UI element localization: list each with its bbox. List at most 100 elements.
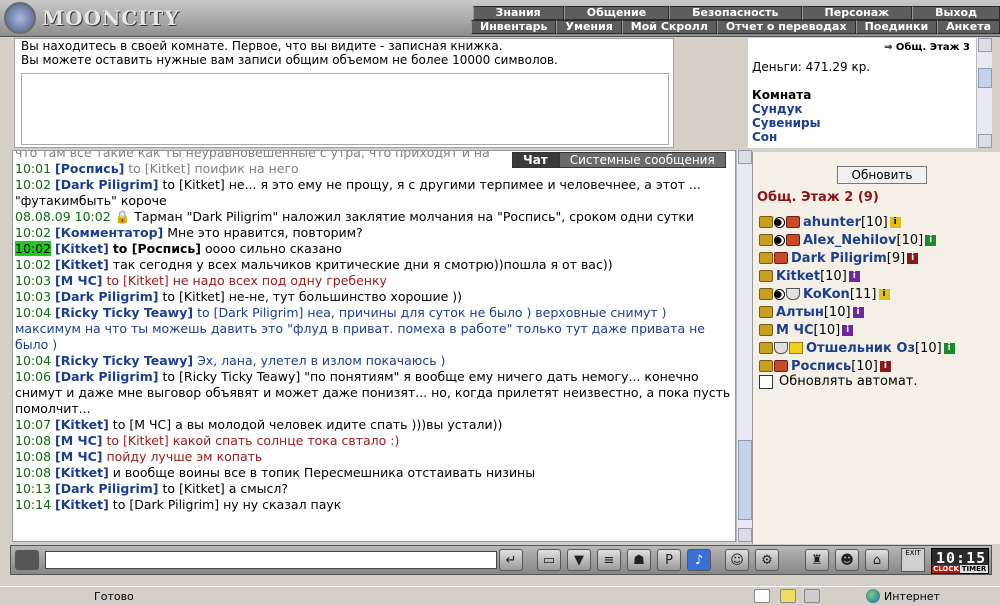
chat-nick[interactable]: [Kitket] xyxy=(55,497,109,512)
chat-nick[interactable]: [М ЧС] xyxy=(55,433,103,448)
player-name[interactable]: Алтын xyxy=(776,305,824,320)
chat-text: пойду лучше эм копать xyxy=(102,449,263,464)
scroll-up-button[interactable] xyxy=(738,150,752,164)
player-info-icon[interactable]: i xyxy=(878,288,890,300)
player-name[interactable]: Отшельник Оз xyxy=(806,341,915,356)
scroll-thumb[interactable] xyxy=(738,440,752,520)
room-link-sleep[interactable]: Сон xyxy=(752,130,777,144)
chat-text: to [Kitket] не-не, тут большинство хорош… xyxy=(158,289,463,304)
eraser-icon[interactable]: ▭ xyxy=(537,549,561,571)
emote-face-icon[interactable] xyxy=(15,550,39,570)
sub-menu-item-4[interactable]: Поединки xyxy=(855,20,938,34)
player-name[interactable]: KoKon xyxy=(803,287,850,302)
player-info-icon[interactable]: i xyxy=(925,234,937,246)
hand-icon[interactable] xyxy=(759,306,773,318)
player-name[interactable]: М ЧС xyxy=(776,323,814,338)
sub-menu-item-5[interactable]: Анкета xyxy=(937,20,1000,34)
player-row: Роспись [10] i xyxy=(759,358,891,374)
chat-nick[interactable]: [М ЧС] xyxy=(55,273,103,288)
send-button[interactable]: ↵ xyxy=(499,549,523,571)
player-name[interactable]: Роспись xyxy=(791,359,851,374)
room-link-souvenirs[interactable]: Сувениры xyxy=(752,116,821,130)
chat-nick[interactable]: [Dark Piligrim] xyxy=(55,289,159,304)
player-info-icon[interactable]: i xyxy=(842,324,854,336)
smiley-icon[interactable]: ☺ xyxy=(725,549,749,571)
bag-icon[interactable]: ♜ xyxy=(805,549,829,571)
settings-icon[interactable]: ⚙ xyxy=(755,549,779,571)
player-name[interactable]: Alex_Nehilov xyxy=(803,233,897,248)
chat-nick[interactable]: [Kitket] xyxy=(55,417,109,432)
room-link-chest[interactable]: Сундук xyxy=(752,102,803,116)
player-name[interactable]: Kitket xyxy=(776,269,820,284)
player-info-icon[interactable]: i xyxy=(879,360,891,372)
notebook-panel: Вы находитесь в своей комнате. Первое, ч… xyxy=(14,38,674,148)
chat-scrollbar[interactable] xyxy=(736,150,752,542)
mask-icon[interactable]: ☻ xyxy=(835,549,859,571)
chat-nick[interactable]: [Dark Piligrim] xyxy=(55,481,159,496)
clan-icon xyxy=(786,234,800,246)
chat-nick[interactable]: [М ЧС] xyxy=(55,449,103,464)
player-info-icon[interactable]: i xyxy=(889,216,901,228)
filter-icon[interactable]: ▼ xyxy=(567,549,591,571)
player-row: Отшельник Оз [10] i xyxy=(759,340,955,356)
top-menu-item-1[interactable]: Общение xyxy=(563,6,670,20)
hand-icon[interactable] xyxy=(759,216,773,228)
chat-nick[interactable]: [Kitket] xyxy=(55,257,109,272)
tab-chat[interactable]: Чат xyxy=(512,152,559,168)
chat-message: 10:03 [М ЧС] to [Kitket] не надо всех по… xyxy=(15,273,733,289)
exit-button[interactable]: EXIT xyxy=(901,548,925,572)
sub-menu-item-2[interactable]: Мой Скролл xyxy=(621,20,717,34)
chat-nick[interactable]: [Dark Piligrim] xyxy=(55,177,159,192)
player-info-icon[interactable]: i xyxy=(848,270,860,282)
security-zone: Интернет xyxy=(866,589,940,603)
chat-nick[interactable]: [Комментатор] xyxy=(55,225,163,240)
tab-system-messages[interactable]: Системные сообщения xyxy=(558,152,726,168)
status-bar: Готово Интернет xyxy=(0,586,1000,605)
top-menu-item-2[interactable]: Безопасность xyxy=(669,6,802,20)
player-info-icon[interactable]: i xyxy=(907,252,919,264)
sub-menu-item-1[interactable]: Умения xyxy=(556,20,622,34)
channels-icon[interactable]: ≡ xyxy=(597,549,621,571)
chat-message-input[interactable] xyxy=(45,551,497,569)
timer-label[interactable]: TIMER xyxy=(960,565,988,573)
scroll-thumb[interactable] xyxy=(978,68,992,88)
player-info-icon[interactable]: i xyxy=(943,342,955,354)
chat-nick[interactable]: [Ricky Ticky Teawy] xyxy=(55,305,193,320)
private-icon[interactable]: P xyxy=(657,549,681,571)
walking-man-icon[interactable]: ☗ xyxy=(627,549,651,571)
hand-icon[interactable] xyxy=(759,360,773,372)
sub-menu-item-3[interactable]: Отчет о переводах xyxy=(716,20,856,34)
chat-text: to [Kitket] не надо всех под одну гребен… xyxy=(102,273,387,288)
clock-label[interactable]: CLOCK xyxy=(932,565,960,573)
scroll-down-button[interactable] xyxy=(738,528,752,542)
chat-nick[interactable]: [Ricky Ticky Teawy] xyxy=(55,353,193,368)
sub-menu-item-0[interactable]: Инвентарь xyxy=(471,20,557,34)
player-name[interactable]: ahunter xyxy=(803,215,861,230)
chat-timestamp: 08.08.09 10:02 xyxy=(15,209,111,224)
music-icon[interactable]: ♪ xyxy=(687,549,711,571)
hand-icon[interactable] xyxy=(759,288,773,300)
chat-message: 10:06 [Dark Piligrim] to [Ricky Ticky Te… xyxy=(15,369,733,417)
notebook-textarea[interactable] xyxy=(21,73,669,145)
refresh-button[interactable]: Обновить xyxy=(837,166,927,184)
player-name[interactable]: Dark Piligrim xyxy=(791,251,887,266)
chat-nick[interactable]: [Dark Piligrim] xyxy=(55,369,159,384)
chat-nick[interactable]: [Kitket] xyxy=(55,241,109,256)
info-scrollbar[interactable] xyxy=(976,38,992,148)
scroll-down-button[interactable] xyxy=(978,134,992,148)
chat-nick[interactable]: [Роспись] xyxy=(55,161,124,176)
chat-timestamp: 10:02 xyxy=(15,177,52,192)
top-menu-item-4[interactable]: Выход xyxy=(912,6,1000,20)
hand-icon[interactable] xyxy=(759,324,773,336)
player-info-icon[interactable]: i xyxy=(852,306,864,318)
hand-icon[interactable] xyxy=(759,342,773,354)
top-menu-item-0[interactable]: Знания xyxy=(472,6,564,20)
hand-icon[interactable] xyxy=(759,252,773,264)
hand-icon[interactable] xyxy=(759,270,773,282)
chat-nick[interactable]: [Kitket] xyxy=(55,465,109,480)
lock-icon[interactable]: ⌂ xyxy=(865,549,889,571)
top-menu-item-3[interactable]: Персонаж xyxy=(801,6,913,20)
scroll-up-button[interactable] xyxy=(978,38,992,52)
hand-icon[interactable] xyxy=(759,234,773,246)
auto-refresh-checkbox[interactable] xyxy=(759,374,773,389)
